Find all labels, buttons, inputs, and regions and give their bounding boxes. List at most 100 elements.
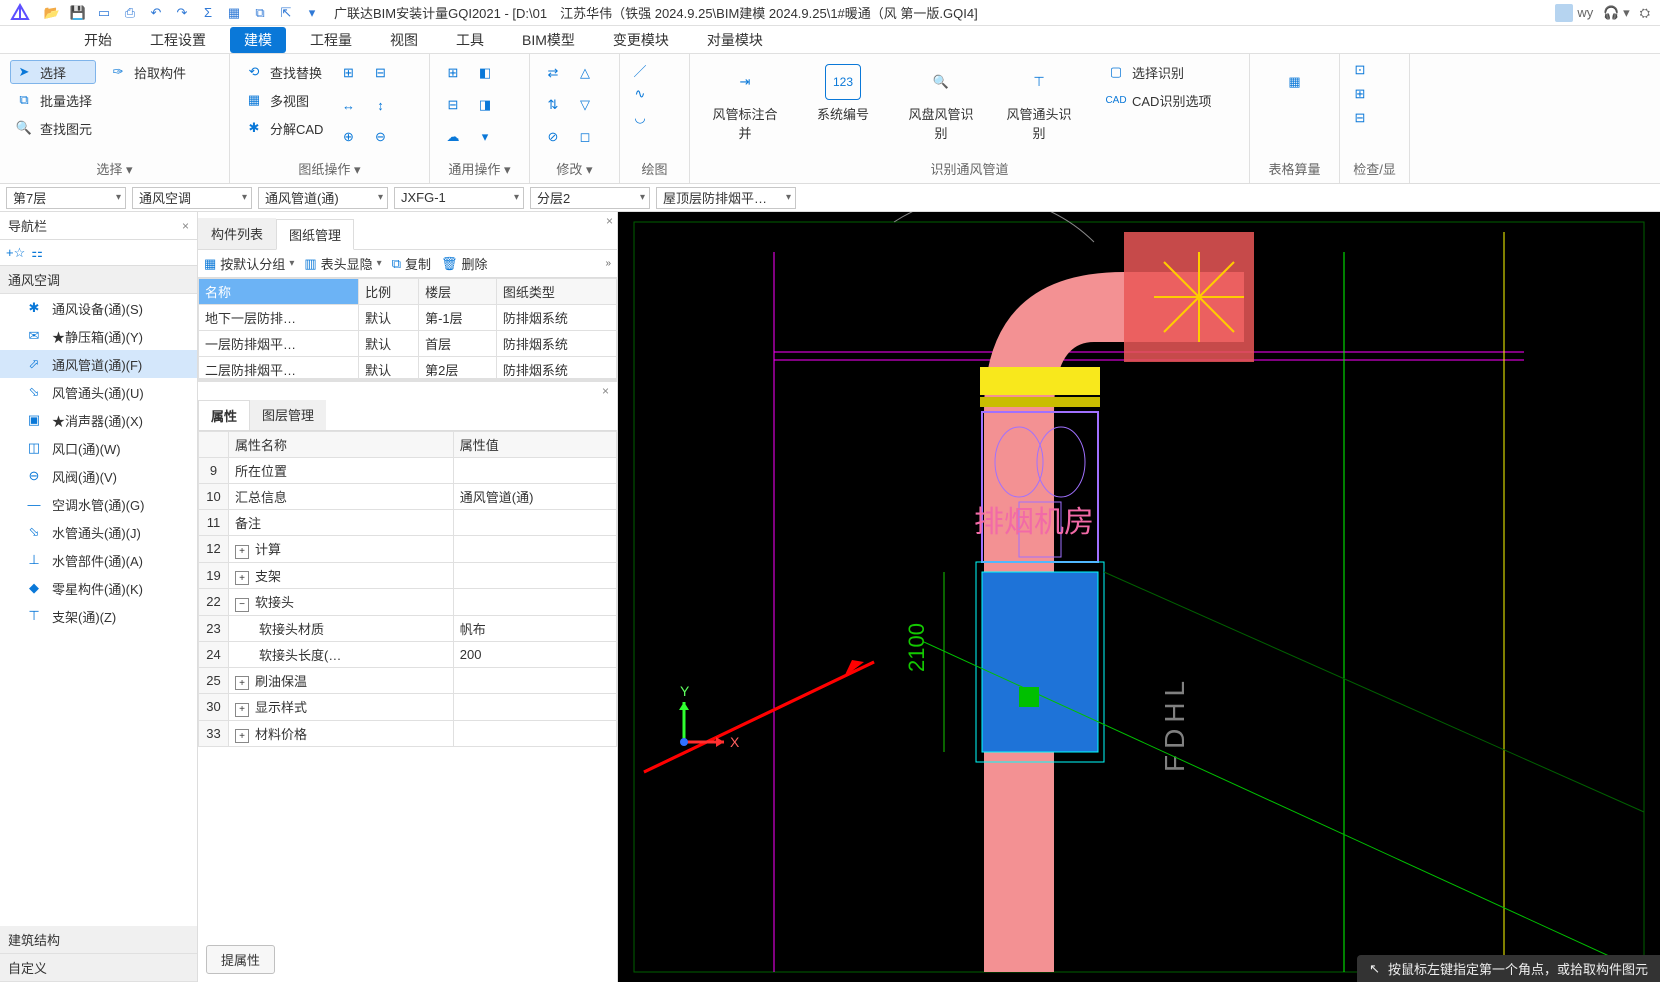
prop-row[interactable]: 12+计算 — [199, 536, 617, 563]
check-tool-3-icon[interactable]: ⊟ — [1350, 108, 1370, 128]
prop-row[interactable]: 30+显示样式 — [199, 694, 617, 721]
drawing-col-2[interactable]: 楼层 — [419, 279, 497, 305]
cad-recognize-options-button[interactable]: CADCAD识别选项 — [1102, 88, 1215, 112]
sidebar-item-7[interactable]: —空调水管(通)(G) — [0, 490, 197, 518]
modify-tool-6-icon[interactable]: ◻ — [572, 124, 598, 150]
component-select[interactable]: 通风管道(通) — [258, 187, 388, 209]
floor-select[interactable]: 第7层 — [6, 187, 126, 209]
sidebar-filter-icon[interactable]: ⚏ — [31, 245, 43, 261]
extract-prop-button[interactable]: 提属性 — [206, 945, 275, 974]
expand-icon[interactable]: + — [235, 571, 249, 585]
main-tab-0[interactable]: 开始 — [70, 27, 126, 53]
prop-row[interactable]: 33+材料价格 — [199, 720, 617, 747]
system-number-button[interactable]: 123系统编号 — [798, 60, 888, 127]
select-button[interactable]: ➤选择 — [10, 60, 96, 84]
sidebar-item-0[interactable]: ✱通风设备(通)(S) — [0, 294, 197, 322]
qat-new-icon[interactable]: ▭ — [94, 3, 114, 23]
drawing-row[interactable]: 一层防排烟平…默认首层防排烟系统 — [199, 331, 617, 357]
general-tool-2-icon[interactable]: ◧ — [472, 60, 498, 86]
main-tab-4[interactable]: 视图 — [376, 27, 432, 53]
prop-row[interactable]: 23软接头材质帆布 — [199, 615, 617, 641]
expand-icon[interactable]: + — [235, 676, 249, 690]
qat-undo-icon[interactable]: ↶ — [146, 3, 166, 23]
table-calc-button[interactable]: ▦ — [1260, 60, 1329, 156]
main-tab-6[interactable]: BIM模型 — [508, 27, 589, 53]
drawing-row[interactable]: 地下一层防排…默认第-1层防排烟系统 — [199, 305, 617, 331]
sidebar-item-8[interactable]: ⬂水管通头(通)(J) — [0, 518, 197, 546]
qat-layout-icon[interactable]: ▦ — [224, 3, 244, 23]
user-info[interactable]: wy — [1555, 4, 1593, 22]
prop-row[interactable]: 22−软接头 — [199, 589, 617, 616]
drawing-col-0[interactable]: 名称 — [199, 279, 359, 305]
qat-sum-icon[interactable]: Σ — [198, 3, 218, 23]
drawing-row[interactable]: 二层防排烟平…默认第2层防排烟系统 — [199, 357, 617, 379]
prop-row[interactable]: 24软接头长度(…200 — [199, 641, 617, 667]
sidebar-bottom-0[interactable]: 建筑结构 — [0, 926, 197, 954]
qat-open-icon[interactable]: 📂 — [42, 3, 62, 23]
qat-more-icon[interactable]: ▾ — [302, 3, 322, 23]
explode-cad-button[interactable]: ✱分解CAD — [240, 116, 327, 140]
sidebar-item-4[interactable]: ▣★消声器(通)(X) — [0, 406, 197, 434]
modify-tool-3-icon[interactable]: ⇅ — [540, 92, 566, 118]
main-tab-8[interactable]: 对量模块 — [693, 27, 777, 53]
drawing-tool-6-icon[interactable]: ⊖ — [367, 124, 393, 150]
fancoil-duct-recognize-button[interactable]: 🔍风盘风管识别 — [896, 60, 986, 146]
qat-export-icon[interactable]: ⇱ — [276, 3, 296, 23]
drawing-col-1[interactable]: 比例 — [359, 279, 419, 305]
headset-icon[interactable]: 🎧 ▾ — [1603, 5, 1629, 21]
panel-close-icon[interactable]: × — [606, 214, 613, 228]
system-select[interactable]: 通风空调 — [132, 187, 252, 209]
sidebar-item-5[interactable]: ◫风口(通)(W) — [0, 434, 197, 462]
expand-icon[interactable]: − — [235, 598, 249, 612]
expand-icon[interactable]: + — [235, 545, 249, 559]
sidebar-item-6[interactable]: ⊖风阀(通)(V) — [0, 462, 197, 490]
qat-redo-icon[interactable]: ↷ — [172, 3, 192, 23]
drawing-tab-0[interactable]: 构件列表 — [198, 218, 276, 249]
main-tab-3[interactable]: 工程量 — [296, 27, 366, 53]
main-tab-7[interactable]: 变更模块 — [599, 27, 683, 53]
prop-row[interactable]: 10汇总信息通风管道(通) — [199, 484, 617, 510]
check-tool-1-icon[interactable]: ⊡ — [1350, 60, 1370, 80]
pick-component-button[interactable]: ✑拾取构件 — [104, 60, 190, 84]
qat-copy-icon[interactable]: ⧉ — [250, 3, 270, 23]
sidebar-item-3[interactable]: ⬂风管通头(通)(U) — [0, 378, 197, 406]
sidebar-bottom-1[interactable]: 自定义 — [0, 954, 197, 982]
modify-tool-5-icon[interactable]: ⊘ — [540, 124, 566, 150]
drawing-tab-1[interactable]: 图纸管理 — [276, 219, 354, 250]
modify-tool-2-icon[interactable]: △ — [572, 60, 598, 86]
delete-button[interactable]: 🗑删除 — [441, 254, 488, 273]
expand-icon[interactable]: + — [235, 703, 249, 717]
prop-tab-1[interactable]: 图层管理 — [250, 400, 326, 430]
polyline-tool-icon[interactable]: ∿ — [630, 84, 650, 104]
main-tab-5[interactable]: 工具 — [442, 27, 498, 53]
batch-select-button[interactable]: ⧉批量选择 — [10, 88, 96, 112]
general-tool-6-icon[interactable]: ▾ — [472, 124, 498, 150]
drawing-tool-2-icon[interactable]: ⊟ — [367, 60, 393, 86]
drawing-tool-1-icon[interactable]: ⊞ — [335, 60, 361, 86]
sidebar-category[interactable]: 通风空调 — [0, 266, 197, 294]
main-tab-2[interactable]: 建模 — [230, 27, 286, 53]
qat-save-icon[interactable]: 💾 — [68, 3, 88, 23]
line-tool-icon[interactable]: ／ — [630, 60, 650, 80]
duct-label-merge-button[interactable]: ⇥风管标注合并 — [700, 60, 790, 146]
select-group-label[interactable]: 选择 ▾ — [10, 156, 219, 181]
close-icon[interactable]: × — [182, 219, 189, 233]
header-toggle-button[interactable]: ▥表头显隐 ▾ — [304, 254, 381, 273]
sidebar-item-11[interactable]: ⊤支架(通)(Z) — [0, 602, 197, 630]
sidebar-add-icon[interactable]: +☆ — [6, 245, 25, 261]
prop-close-icon[interactable]: × — [602, 384, 609, 398]
sidebar-item-10[interactable]: ◆零星构件(通)(K) — [0, 574, 197, 602]
prop-row[interactable]: 25+刷油保温 — [199, 667, 617, 694]
drawing-tool-3-icon[interactable]: ↔ — [335, 92, 361, 118]
arc-tool-icon[interactable]: ◡ — [630, 108, 650, 128]
check-tool-2-icon[interactable]: ⊞ — [1350, 84, 1370, 104]
layer-select[interactable]: 分层2 — [530, 187, 650, 209]
general-group-label[interactable]: 通用操作 ▾ — [440, 156, 519, 181]
drawing-tool-4-icon[interactable]: ↕ — [367, 92, 393, 118]
drawing-group-label[interactable]: 图纸操作 ▾ — [240, 156, 419, 181]
modify-tool-4-icon[interactable]: ▽ — [572, 92, 598, 118]
copy-button[interactable]: ⧉复制 — [392, 254, 431, 273]
main-tab-1[interactable]: 工程设置 — [136, 27, 220, 53]
code-select[interactable]: JXFG-1 — [394, 187, 524, 209]
prop-row[interactable]: 19+支架 — [199, 562, 617, 589]
